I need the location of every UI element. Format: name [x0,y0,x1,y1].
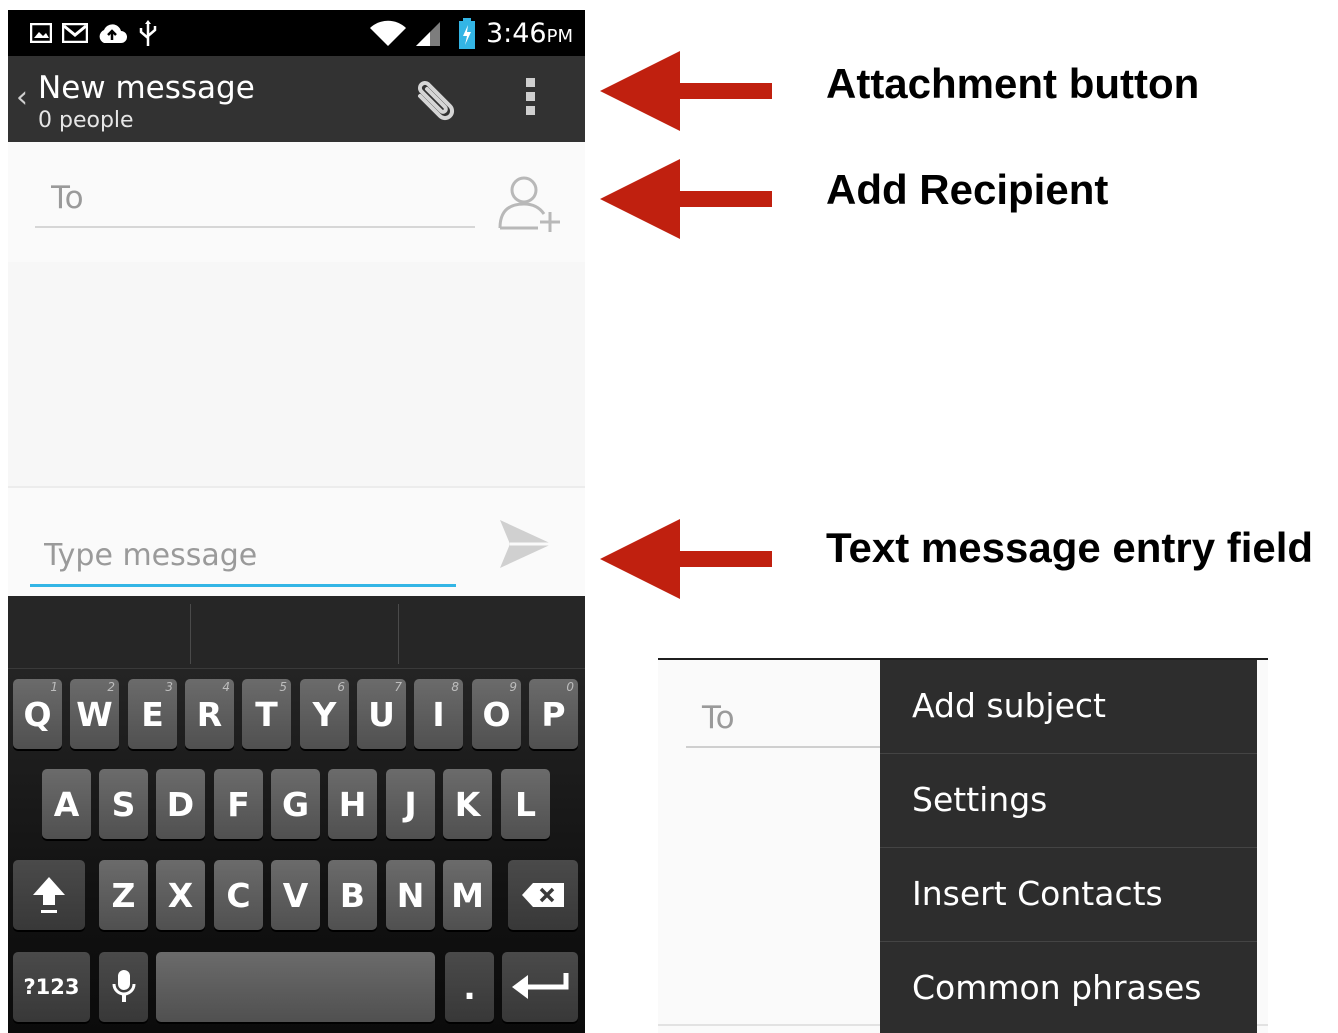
recipient-row [8,142,585,262]
callout-text-field-label: Text message entry field [826,524,1314,571]
soft-keyboard: Q1 W2 E3 R4 T5 Y6 U7 I8 O9 P0 A S D F G … [8,596,585,1033]
shift-key[interactable] [13,860,85,930]
key-r[interactable]: R4 [185,679,234,749]
key-v[interactable]: V [271,860,320,930]
key-h[interactable]: H [328,769,377,839]
message-field-underline [30,520,456,587]
key-g[interactable]: G [271,769,320,839]
recipient-input[interactable] [35,172,451,216]
key-p[interactable]: P0 [529,679,578,749]
inset-recipient-placeholder: To [702,700,735,736]
recipient-field-underline [35,172,475,228]
paperclip-icon[interactable] [410,78,464,124]
overflow-menu: Add subject Settings Insert Contacts Com… [880,660,1257,1033]
key-o[interactable]: O9 [472,679,521,749]
overflow-menu-icon[interactable] [520,78,540,124]
inset-recipient-field[interactable]: To [686,698,886,748]
enter-key[interactable] [502,952,578,1022]
key-l[interactable]: L [501,769,550,839]
back-chevron-icon[interactable]: ‹ [16,80,28,115]
signal-icon [416,22,440,46]
action-bar: ‹ New message 0 people [8,56,585,142]
usb-icon [139,20,157,46]
wifi-icon [370,20,406,46]
gmail-icon [62,23,88,43]
key-d[interactable]: D [156,769,205,839]
key-y[interactable]: Y6 [300,679,349,749]
key-a[interactable]: A [42,769,91,839]
key-x[interactable]: X [156,860,205,930]
period-key[interactable]: . [445,952,494,1022]
menu-item-add-subject[interactable]: Add subject [880,660,1257,754]
message-input[interactable] [30,520,444,573]
key-s[interactable]: S [99,769,148,839]
status-clock: 3:46PM [485,18,573,49]
menu-item-settings[interactable]: Settings [880,754,1257,848]
key-c[interactable]: C [214,860,263,930]
key-m[interactable]: M [443,860,492,930]
backspace-key[interactable] [508,860,578,930]
key-z[interactable]: Z [99,860,148,930]
overflow-menu-inset: To Add subject Settings Insert Contacts … [658,658,1268,1033]
picture-icon [30,23,52,43]
key-f[interactable]: F [214,769,263,839]
shift-arrow-icon [33,877,65,913]
key-u[interactable]: U7 [357,679,406,749]
status-bar: 3:46PM [8,10,585,56]
compose-row [8,488,585,596]
menu-item-insert-contacts[interactable]: Insert Contacts [880,848,1257,942]
key-i[interactable]: I8 [414,679,463,749]
send-icon[interactable] [496,516,556,572]
key-w[interactable]: W2 [70,679,119,749]
voice-input-key[interactable] [99,952,148,1022]
menu-item-common-phrases[interactable]: Common phrases [880,942,1257,1033]
key-q[interactable]: Q1 [13,679,62,749]
key-t[interactable]: T5 [242,679,291,749]
battery-charging-icon [459,18,475,49]
page-title[interactable]: New message [38,70,255,106]
callout-recipient-label: Add Recipient [826,166,1109,213]
callout-arrow-attachment [600,51,772,131]
key-b[interactable]: B [328,860,377,930]
recipient-count: 0 people [38,108,134,133]
symbols-key[interactable]: ?123 [13,952,90,1022]
enter-arrow-icon [512,973,569,999]
callout-attachment-label: Attachment button [826,60,1200,107]
suggestion-strip[interactable] [8,596,585,669]
key-k[interactable]: K [443,769,492,839]
microphone-icon [112,970,135,1002]
key-j[interactable]: J [386,769,435,839]
cloud-upload-icon [99,24,127,43]
phone-screen: 3:46PM ‹ New message 0 people To Type me… [8,10,585,1033]
callout-arrow-text-field [600,519,772,599]
add-person-icon[interactable] [494,170,564,232]
key-n[interactable]: N [386,860,435,930]
backspace-icon [522,883,564,907]
key-e[interactable]: E3 [128,679,177,749]
callout-arrow-recipient [600,159,772,239]
space-key[interactable] [156,952,435,1022]
